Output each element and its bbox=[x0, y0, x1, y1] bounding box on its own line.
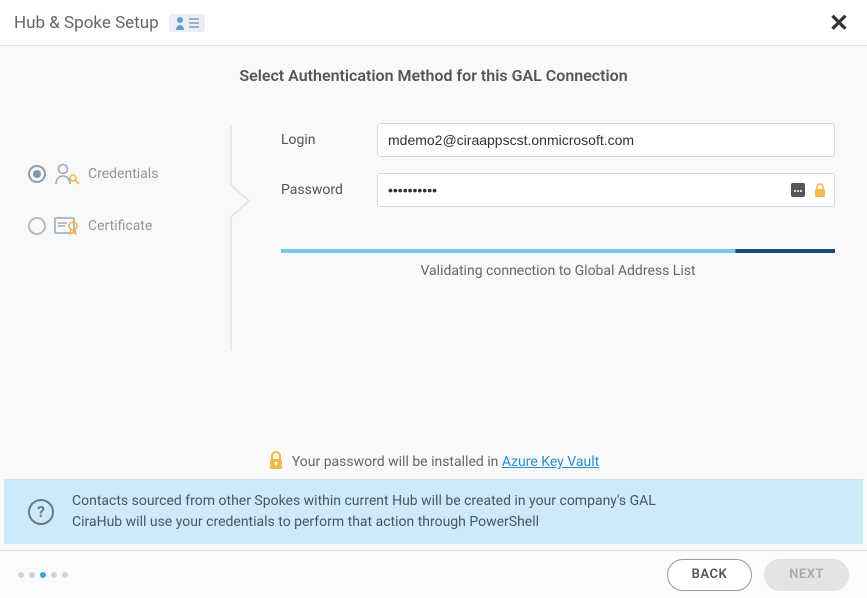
auth-option-credentials[interactable]: Credentials bbox=[28, 163, 203, 185]
validation-progress: Validating connection to Global Address … bbox=[281, 249, 835, 279]
window-header: Hub & Spoke Setup ✕ bbox=[0, 0, 867, 46]
auth-option-label: Credentials bbox=[88, 166, 158, 182]
question-icon[interactable]: ? bbox=[28, 499, 54, 525]
password-input[interactable] bbox=[377, 173, 835, 207]
info-line-2: CiraHub will use your credentials to per… bbox=[72, 512, 656, 532]
next-button: NEXT bbox=[764, 559, 849, 591]
step-indicator bbox=[18, 572, 68, 578]
user-list-icon bbox=[169, 14, 205, 32]
credentials-form: Login Password bbox=[281, 123, 839, 279]
info-banner: ? Contacts sourced from other Spokes wit… bbox=[4, 479, 863, 544]
progress-bar bbox=[281, 249, 835, 253]
radio-unselected-icon bbox=[28, 217, 46, 235]
credentials-icon bbox=[54, 163, 80, 185]
password-reveal-icon[interactable] bbox=[791, 183, 805, 197]
wizard-footer: BACK NEXT bbox=[0, 550, 867, 598]
info-line-1: Contacts sourced from other Spokes withi… bbox=[72, 491, 656, 511]
close-icon[interactable]: ✕ bbox=[825, 7, 853, 39]
keyvault-prefix: Your password will be installed in bbox=[292, 454, 502, 470]
auth-option-certificate[interactable]: Certificate bbox=[28, 215, 203, 237]
certificate-icon bbox=[54, 215, 80, 237]
divider-arrow bbox=[227, 123, 257, 279]
window-title: Hub & Spoke Setup bbox=[14, 13, 159, 33]
page-heading: Select Authentication Method for this GA… bbox=[28, 66, 839, 85]
azure-key-vault-link[interactable]: Azure Key Vault bbox=[502, 454, 599, 470]
login-input[interactable] bbox=[377, 123, 835, 157]
keyvault-note: Your password will be installed in Azure… bbox=[0, 450, 867, 474]
radio-selected-icon bbox=[28, 165, 46, 183]
auth-option-label: Certificate bbox=[88, 218, 152, 234]
login-label: Login bbox=[281, 132, 377, 148]
lock-icon bbox=[268, 450, 284, 474]
auth-method-group: Credentials Certificate bbox=[28, 123, 203, 279]
progress-status: Validating connection to Global Address … bbox=[281, 263, 835, 279]
back-button[interactable]: BACK bbox=[667, 559, 753, 591]
lock-icon bbox=[813, 182, 827, 198]
password-label: Password bbox=[281, 182, 377, 198]
